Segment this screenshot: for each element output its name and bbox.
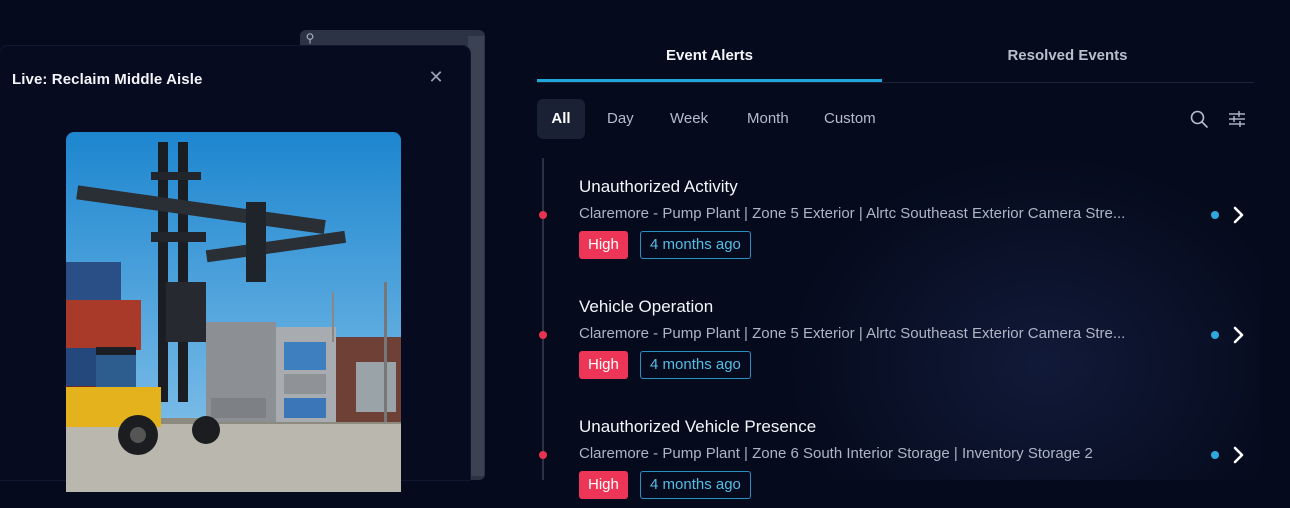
unread-indicator bbox=[1211, 331, 1219, 339]
time-badge: 4 months ago bbox=[640, 231, 751, 259]
tab-resolved-events[interactable]: Resolved Events bbox=[895, 40, 1240, 82]
event-tabs: Event Alerts Resolved Events bbox=[537, 40, 1254, 83]
location-pin-icon: ⚲ bbox=[305, 31, 315, 45]
filter-all[interactable]: All bbox=[537, 99, 585, 139]
timeline-dot bbox=[539, 451, 547, 459]
severity-badge: High bbox=[579, 351, 628, 379]
filter-month[interactable]: Month bbox=[747, 99, 789, 139]
close-icon[interactable]: ✕ bbox=[426, 67, 446, 87]
filter-custom[interactable]: Custom bbox=[824, 99, 876, 139]
event-item[interactable]: Unauthorized Activity Claremore - Pump P… bbox=[537, 158, 1254, 268]
filter-week[interactable]: Week bbox=[670, 99, 708, 139]
event-item[interactable]: Unauthorized Vehicle Presence Claremore … bbox=[537, 398, 1254, 508]
event-location: Claremore - Pump Plant | Zone 5 Exterior… bbox=[579, 205, 1126, 222]
live-feed-popup: Live: Reclaim Middle Aisle ✕ bbox=[0, 46, 470, 492]
popup-title: Live: Reclaim Middle Aisle bbox=[12, 71, 203, 88]
event-location: Claremore - Pump Plant | Zone 5 Exterior… bbox=[579, 325, 1126, 342]
filter-day[interactable]: Day bbox=[607, 99, 634, 139]
search-icon[interactable] bbox=[1188, 108, 1210, 130]
unread-indicator bbox=[1211, 451, 1219, 459]
unread-indicator bbox=[1211, 211, 1219, 219]
tab-event-alerts[interactable]: Event Alerts bbox=[537, 40, 882, 82]
time-badge: 4 months ago bbox=[640, 351, 751, 379]
event-title: Unauthorized Vehicle Presence bbox=[579, 417, 817, 436]
event-location: Claremore - Pump Plant | Zone 6 South In… bbox=[579, 445, 1093, 462]
chevron-right-icon[interactable] bbox=[1231, 205, 1247, 225]
timeline-dot bbox=[539, 331, 547, 339]
active-tab-indicator bbox=[537, 79, 882, 82]
event-title: Vehicle Operation bbox=[579, 297, 714, 316]
sliders-icon[interactable] bbox=[1226, 108, 1248, 130]
map-scroll-edge bbox=[468, 36, 484, 476]
timeline-dot bbox=[539, 211, 547, 219]
time-badge: 4 months ago bbox=[640, 471, 751, 499]
event-title: Unauthorized Activity bbox=[579, 177, 738, 196]
event-item[interactable]: Vehicle Operation Claremore - Pump Plant… bbox=[537, 278, 1254, 388]
severity-badge: High bbox=[579, 471, 628, 499]
live-camera-feed bbox=[66, 132, 401, 492]
severity-badge: High bbox=[579, 231, 628, 259]
chevron-right-icon[interactable] bbox=[1231, 325, 1247, 345]
chevron-right-icon[interactable] bbox=[1231, 445, 1247, 465]
